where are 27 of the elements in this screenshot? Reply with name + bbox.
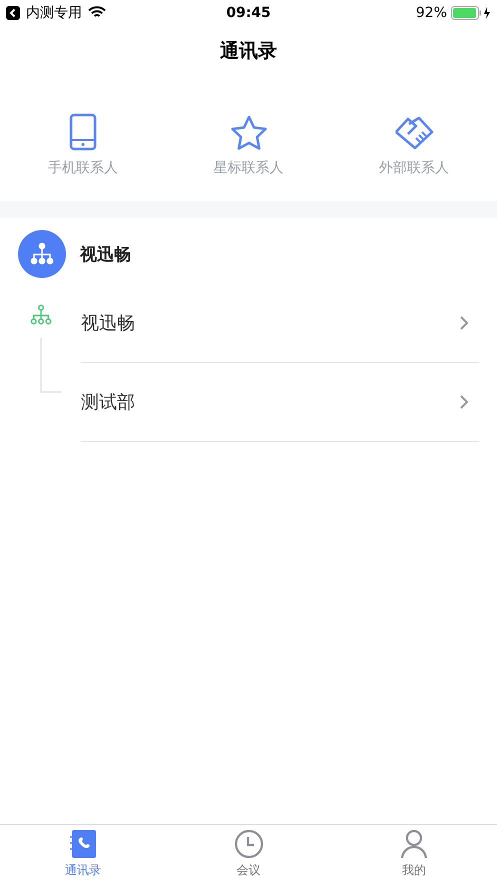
battery-percent: 92% bbox=[416, 4, 448, 20]
chevron-icon bbox=[459, 315, 469, 331]
tab-bar-item[interactable]: 通讯录 bbox=[0, 825, 166, 883]
tab-bar-item[interactable]: 会议 bbox=[166, 825, 332, 883]
star-icon bbox=[230, 115, 268, 151]
phone-icon bbox=[68, 113, 97, 151]
battery-icon bbox=[451, 6, 492, 20]
org-chart-icon bbox=[30, 304, 52, 326]
shortcut-label[interactable]: 手机联系人 bbox=[48, 159, 118, 177]
back-app-label[interactable]: 内测专用 bbox=[26, 4, 82, 22]
tree-connector bbox=[40, 338, 62, 393]
wifi-icon bbox=[88, 6, 106, 19]
contacts-icon bbox=[68, 829, 97, 859]
clock-time: 09:45 bbox=[226, 4, 271, 20]
chevron-icon bbox=[459, 394, 469, 410]
back-icon[interactable] bbox=[6, 6, 20, 20]
page-title: 通讯录 bbox=[219, 39, 278, 64]
person-icon bbox=[400, 829, 428, 859]
org-chart-icon bbox=[30, 242, 54, 266]
clock-icon bbox=[234, 829, 264, 859]
organization-name: 视迅畅 bbox=[80, 244, 131, 266]
department-row[interactable]: 测试部 bbox=[81, 363, 479, 442]
handshake-icon bbox=[393, 115, 436, 151]
tab-bar-item[interactable]: 我的 bbox=[331, 825, 497, 883]
shortcut-label[interactable]: 外部联系人 bbox=[379, 159, 450, 177]
department-row[interactable]: 视迅畅 bbox=[81, 284, 479, 363]
shortcut-label[interactable]: 星标联系人 bbox=[214, 159, 284, 177]
